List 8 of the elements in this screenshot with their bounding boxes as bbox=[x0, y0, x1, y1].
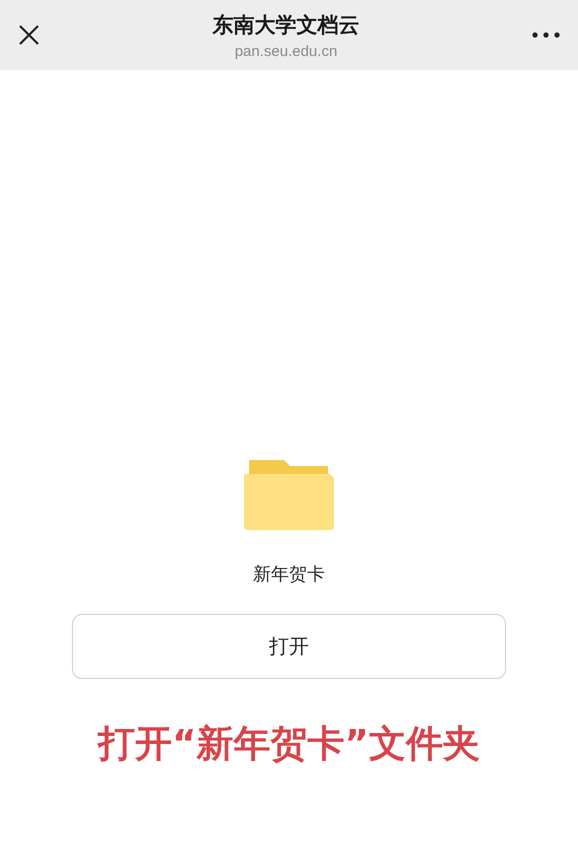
caption-text: 打开“新年贺卡”文件夹 bbox=[96, 723, 481, 766]
close-icon[interactable] bbox=[18, 24, 40, 46]
more-icon[interactable] bbox=[532, 32, 560, 38]
page-url: pan.seu.edu.cn bbox=[234, 42, 338, 60]
folder-icon bbox=[244, 460, 334, 530]
page-title: 东南大学文档云 bbox=[212, 12, 360, 38]
folder-name: 新年贺卡 bbox=[253, 563, 325, 586]
open-button[interactable]: 打开 bbox=[72, 614, 506, 679]
